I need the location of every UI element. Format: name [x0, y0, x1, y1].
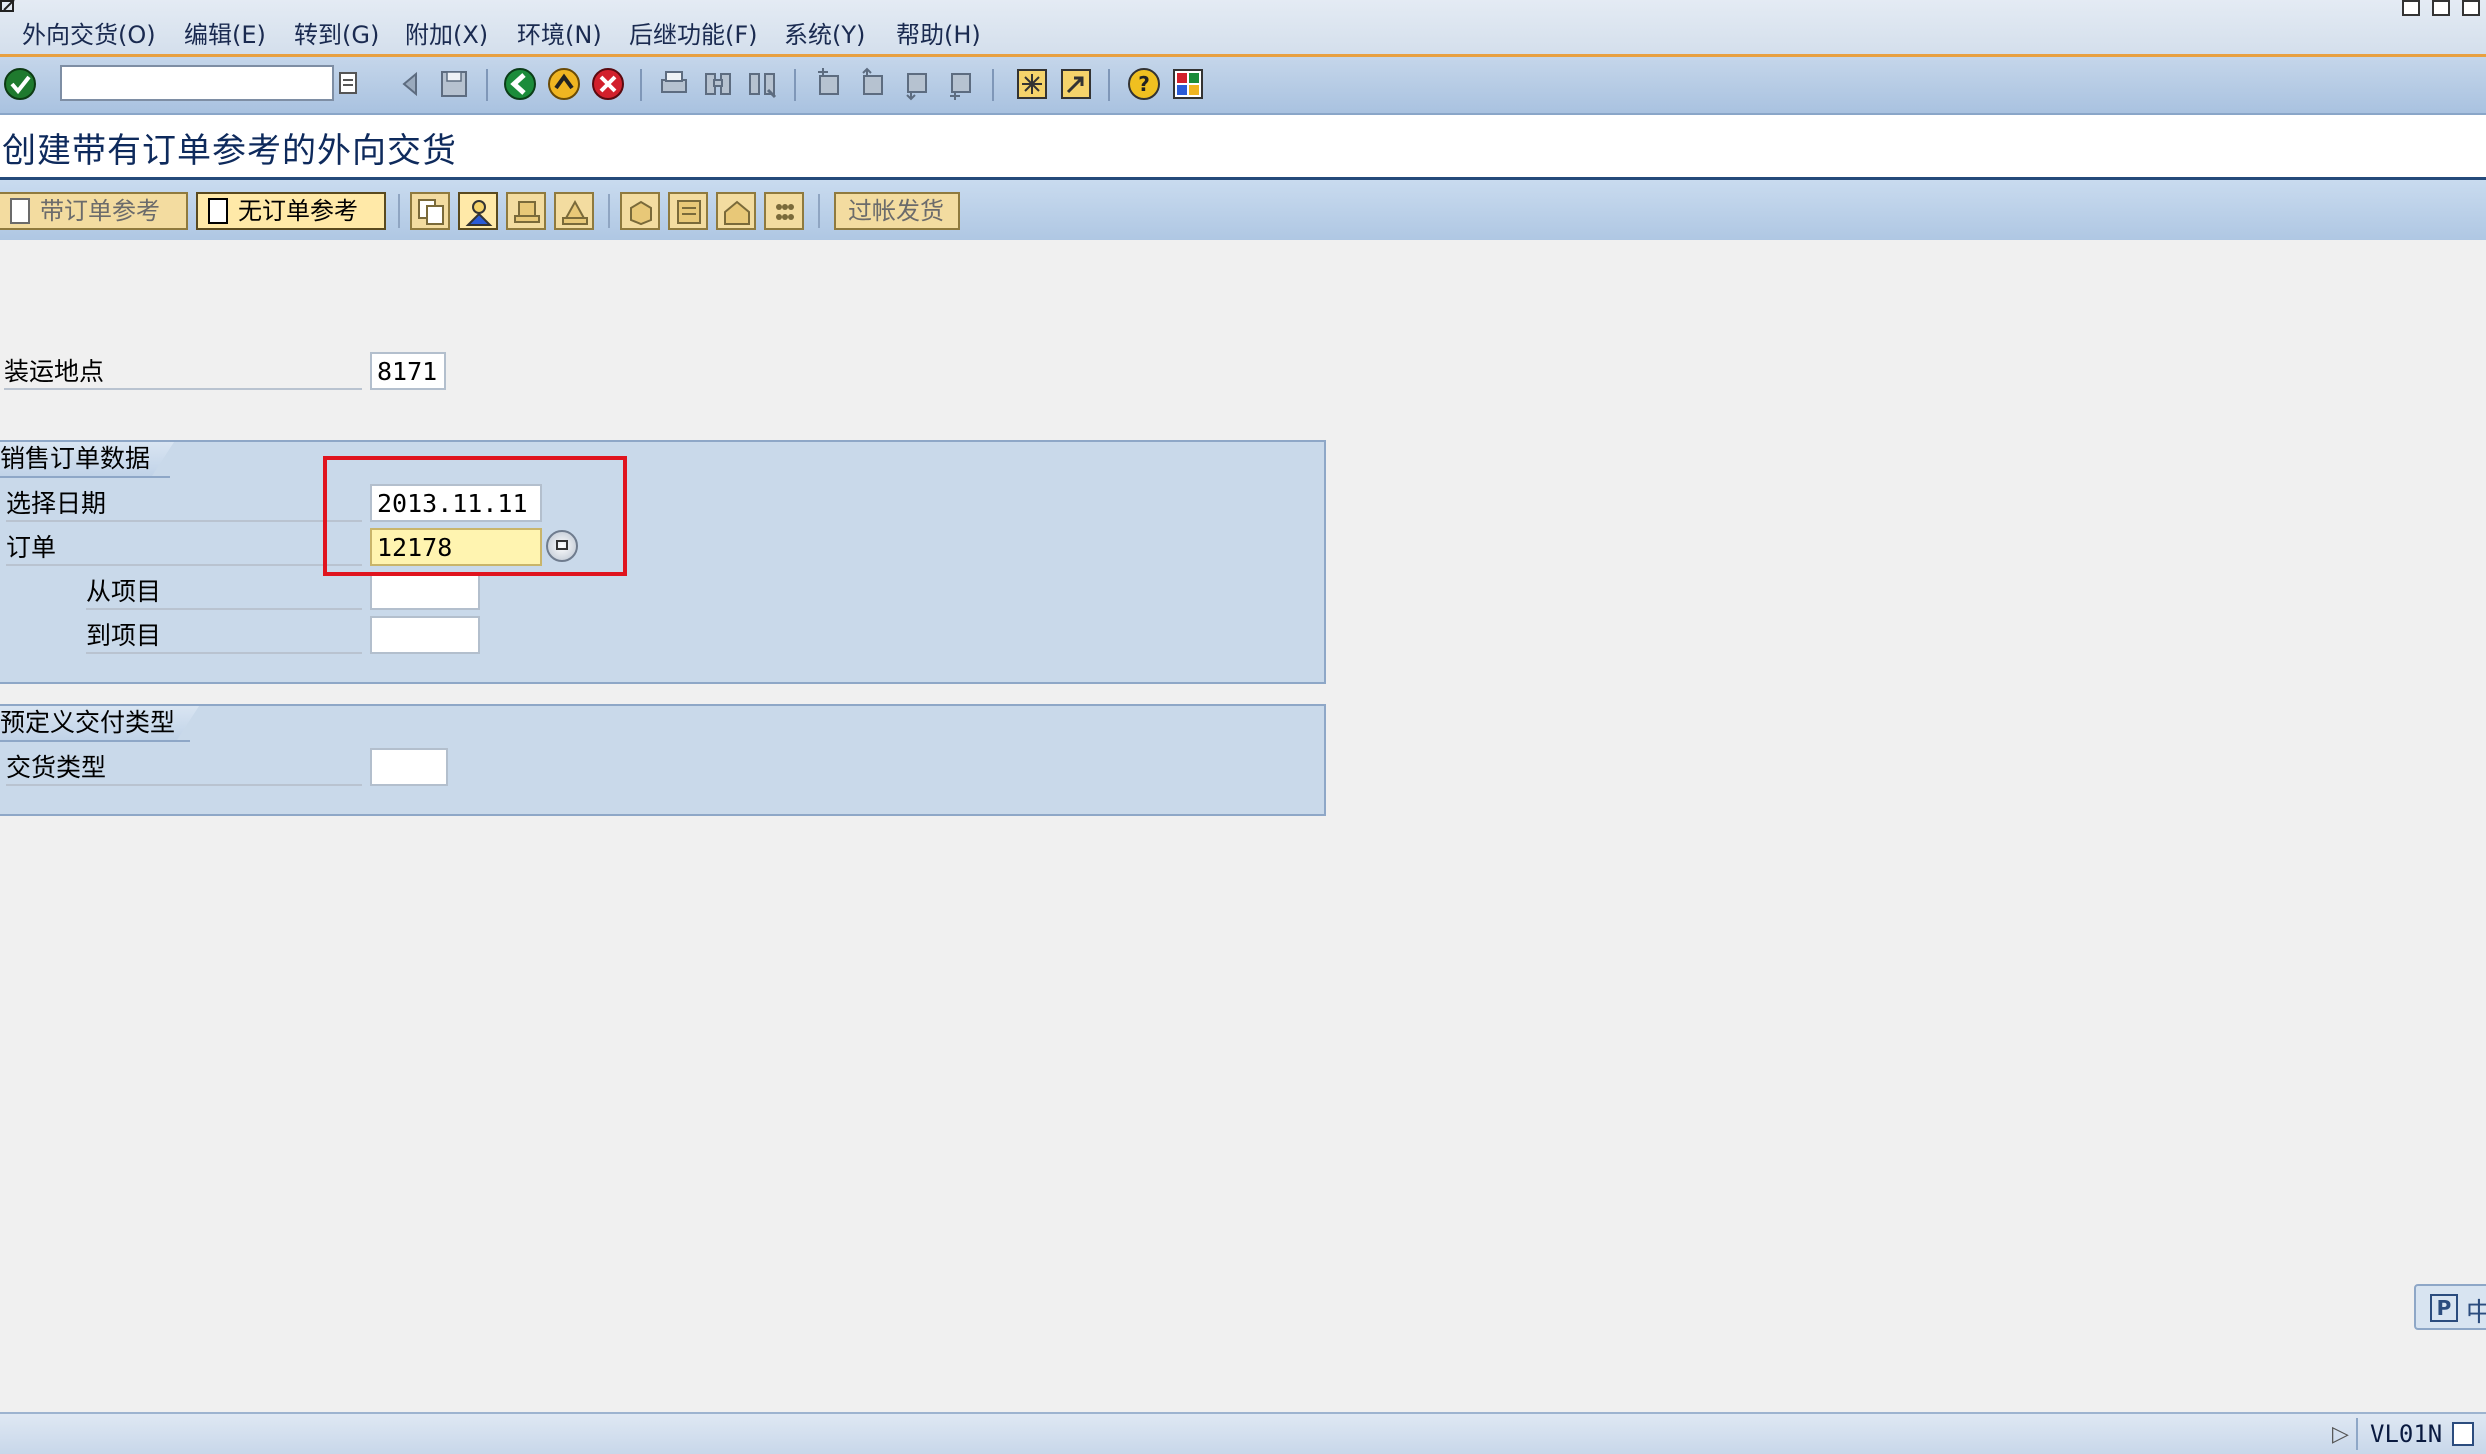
selection-date-input[interactable] [370, 484, 542, 522]
item-overview-button[interactable] [620, 192, 660, 230]
package-icon [630, 200, 652, 226]
shipping-point-label: 装运地点 [4, 356, 362, 390]
command-field[interactable] [60, 65, 334, 101]
post-goods-issue-label: 过帐发货 [848, 197, 944, 225]
menu-help[interactable]: 帮助(H) [896, 20, 981, 50]
svg-text:?: ? [1138, 72, 1150, 96]
order-label: 订单 [6, 532, 362, 566]
previous-page-icon[interactable] [854, 66, 890, 102]
menu-extras[interactable]: 附加(X) [405, 20, 488, 50]
from-item-input[interactable] [370, 572, 480, 610]
header-overview-button[interactable] [506, 192, 546, 230]
hat-icon [514, 201, 540, 223]
create-session-icon[interactable] [1014, 66, 1050, 102]
minimize-icon[interactable] [2402, 0, 2420, 16]
copy-document-button[interactable] [410, 192, 450, 230]
toolbar-separator [640, 69, 642, 101]
group-title-underline [0, 476, 170, 478]
close-window-icon[interactable] [2462, 0, 2480, 16]
last-page-icon[interactable] [942, 66, 978, 102]
standard-toolbar: ? [0, 57, 2486, 115]
group-title-underline [0, 740, 190, 742]
back-triangle-icon[interactable] [392, 66, 428, 102]
item-details-button[interactable] [668, 192, 708, 230]
shipping-point-input[interactable] [370, 352, 446, 390]
without-order-reference-button[interactable]: 无订单参考 [196, 192, 386, 230]
window-controls [2402, 0, 2480, 20]
hat-details-icon [562, 199, 588, 225]
copy-document-icon [418, 199, 444, 225]
menu-system[interactable]: 系统(Y) [784, 20, 865, 50]
title-bar: 创建带有订单参考的外向交货 [0, 115, 2486, 180]
find-icon[interactable] [700, 66, 736, 102]
with-order-reference-label: 带订单参考 [40, 197, 160, 225]
menu-goto[interactable]: 转到(G) [294, 20, 379, 50]
restore-icon[interactable] [2432, 0, 2450, 16]
grid-icon [776, 204, 794, 220]
warehouse-icon [724, 200, 750, 225]
p-icon: P [2430, 1294, 2458, 1322]
side-panel-button[interactable]: P 中 [2414, 1284, 2486, 1330]
status-bar: ▷ VL01N [0, 1412, 2486, 1454]
delivery-type-label: 交货类型 [6, 752, 362, 786]
exit-yellow-icon[interactable] [546, 66, 582, 102]
menu-environment[interactable]: 环境(N) [517, 20, 602, 50]
help-icon[interactable]: ? [1126, 66, 1162, 102]
sales-order-data-title: 销售订单数据 [0, 442, 174, 476]
toolbar-separator [608, 194, 610, 228]
layout-menu-icon[interactable] [1170, 66, 1206, 102]
save-icon[interactable] [436, 66, 472, 102]
system-menu-icon[interactable] [0, 0, 20, 14]
status-expand-icon[interactable]: ▷ [2332, 1422, 2349, 1447]
side-panel-text: 中 [2466, 1298, 2486, 1328]
page-title: 创建带有订单参考的外向交货 [2, 131, 457, 171]
toolbar-separator [992, 69, 994, 101]
warehouse-button[interactable] [716, 192, 756, 230]
toolbar-separator [794, 69, 796, 101]
print-icon[interactable] [656, 66, 692, 102]
enter-checkmark-icon[interactable] [2, 66, 38, 102]
shortcut-icon[interactable] [1058, 66, 1094, 102]
status-separator [2356, 1418, 2358, 1450]
menu-follow-on-functions[interactable]: 后继功能(F) [629, 20, 758, 50]
first-page-icon[interactable] [810, 66, 846, 102]
without-order-reference-label: 无订单参考 [238, 197, 358, 225]
find-next-icon[interactable] [744, 66, 780, 102]
toolbar-separator [818, 194, 820, 228]
next-page-icon[interactable] [898, 66, 934, 102]
with-order-reference-button[interactable]: 带订单参考 [0, 192, 188, 230]
menu-edit[interactable]: 编辑(E) [184, 20, 266, 50]
item-details-icon [677, 200, 701, 224]
toolbar-separator [398, 194, 400, 228]
application-toolbar: 带订单参考 无订单参考 过帐发货 [0, 180, 2486, 240]
batch-button[interactable] [764, 192, 804, 230]
command-history-icon[interactable] [338, 71, 360, 97]
header-details-button[interactable] [554, 192, 594, 230]
document-icon [10, 198, 30, 224]
toolbar-separator [486, 69, 488, 101]
person-icon [465, 200, 493, 226]
post-goods-issue-button[interactable]: 过帐发货 [834, 192, 960, 230]
predefined-delivery-type-title: 预定义交付类型 [0, 706, 199, 740]
transaction-code: VL01N [2370, 1420, 2443, 1448]
order-input[interactable] [370, 528, 542, 566]
delivery-type-input[interactable] [370, 748, 448, 786]
value-help-icon[interactable] [546, 530, 578, 562]
from-item-label: 从项目 [86, 576, 362, 610]
back-green-icon[interactable] [502, 66, 538, 102]
to-item-input[interactable] [370, 616, 480, 654]
toolbar-separator [1108, 69, 1110, 101]
partner-button[interactable] [458, 192, 498, 230]
status-info-icon[interactable] [2452, 1422, 2474, 1446]
menu-outbound-delivery[interactable]: 外向交货(O) [22, 20, 156, 50]
cancel-red-icon[interactable] [590, 66, 626, 102]
menu-bar: 外向交货(O) 编辑(E) 转到(G) 附加(X) 环境(N) 后继功能(F) … [0, 0, 2486, 57]
selection-date-label: 选择日期 [6, 488, 362, 522]
to-item-label: 到项目 [86, 620, 362, 654]
document-icon [208, 198, 228, 224]
